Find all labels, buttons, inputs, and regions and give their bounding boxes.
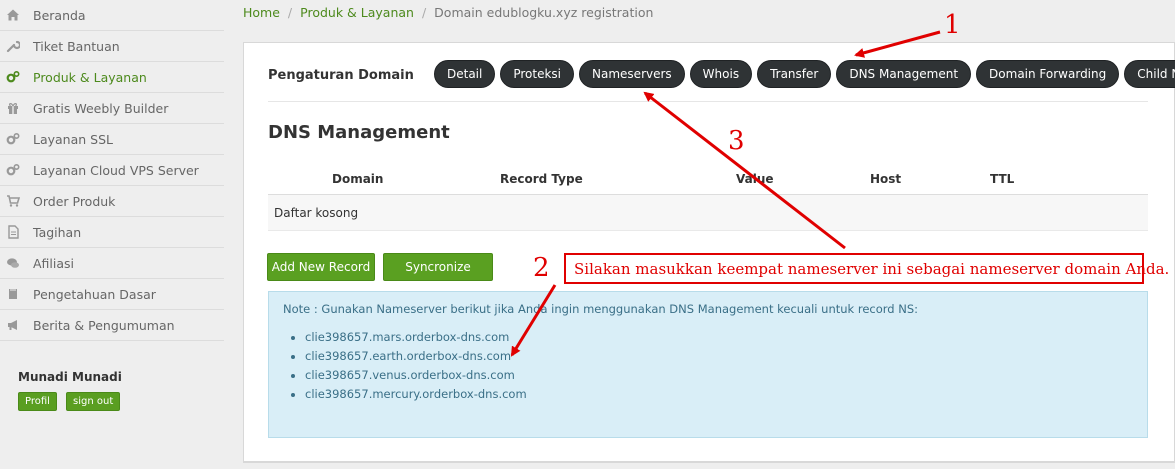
tab-nameservers[interactable]: Nameservers	[579, 60, 685, 88]
tab-proteksi[interactable]: Proteksi	[500, 60, 575, 88]
nameserver-list: clie398657.mars.orderbox-dns.com clie398…	[283, 330, 1133, 401]
sidebar-item-label: Pengetahuan Dasar	[33, 286, 156, 302]
profile-button[interactable]: Profil	[18, 392, 57, 411]
table-header: Domain Record Type Value Host TTL	[268, 163, 1148, 195]
sidebar-item-label: Berita & Pengumuman	[33, 317, 175, 333]
sidebar-item-label: Produk & Layanan	[33, 69, 147, 85]
nameserver-note: Note : Gunakan Nameserver berikut jika A…	[268, 291, 1148, 438]
sidebar-item-beranda[interactable]: Beranda	[0, 0, 224, 31]
tab-whois[interactable]: Whois	[689, 60, 753, 88]
nameserver-item: clie398657.earth.orderbox-dns.com	[305, 349, 1133, 363]
breadcrumb-current: Domain edublogku.xyz registration	[434, 5, 654, 20]
nameserver-item: clie398657.mercury.orderbox-dns.com	[305, 387, 1133, 401]
sidebar: Beranda Tiket Bantuan Produk & Layanan G…	[0, 0, 224, 469]
column-header-host: Host	[870, 171, 902, 186]
sidebar-item-label: Layanan Cloud VPS Server	[33, 162, 199, 178]
divider	[268, 101, 1148, 102]
sidebar-item-gratis-weebly[interactable]: Gratis Weebly Builder	[0, 93, 224, 124]
sidebar-item-afiliasi[interactable]: Afiliasi	[0, 248, 224, 279]
document-icon	[6, 225, 20, 239]
nameserver-item: clie398657.venus.orderbox-dns.com	[305, 368, 1133, 382]
add-new-record-button[interactable]: Add New Record	[267, 253, 375, 281]
table-empty-row: Daftar kosong	[268, 195, 1148, 231]
sidebar-item-label: Tagihan	[33, 224, 82, 240]
sidebar-item-label: Gratis Weebly Builder	[33, 100, 169, 116]
sidebar-item-tiket-bantuan[interactable]: Tiket Bantuan	[0, 31, 224, 62]
sidebar-item-label: Tiket Bantuan	[33, 38, 120, 54]
tab-domain-forwarding[interactable]: Domain Forwarding	[976, 60, 1120, 88]
gift-icon	[6, 101, 20, 115]
sidebar-item-label: Layanan SSL	[33, 131, 113, 147]
section-title: DNS Management	[268, 122, 450, 143]
annotation-number-2: 2	[533, 253, 550, 283]
column-header-ttl: TTL	[990, 171, 1015, 186]
syncronize-button[interactable]: Syncronize	[383, 253, 493, 281]
note-text: Note : Gunakan Nameserver berikut jika A…	[283, 302, 919, 316]
annotation-number-3: 3	[728, 126, 745, 156]
breadcrumb-separator: /	[287, 5, 293, 20]
cogs-icon	[6, 163, 20, 177]
sidebar-item-layanan-ssl[interactable]: Layanan SSL	[0, 124, 224, 155]
user-name: Munadi Munadi	[18, 370, 122, 384]
sidebar-item-label: Order Produk	[33, 193, 116, 209]
sidebar-item-label: Beranda	[33, 7, 86, 23]
tab-detail[interactable]: Detail	[434, 60, 496, 88]
panel-bottom-edge	[243, 462, 1175, 469]
column-header-value: Value	[736, 171, 774, 186]
column-header-domain: Domain	[332, 171, 384, 186]
tab-dns-management[interactable]: DNS Management	[836, 60, 972, 88]
breadcrumb-produk[interactable]: Produk & Layanan	[300, 5, 414, 20]
breadcrumb-separator: /	[421, 5, 427, 20]
domain-settings-panel: Pengaturan Domain Detail Proteksi Namese…	[243, 42, 1175, 462]
annotation-number-1: 1	[944, 10, 961, 40]
page-root: { "sidebar": { "items": [ {"label": "Ber…	[0, 0, 1175, 469]
user-box: Munadi Munadi Profil sign out	[18, 370, 124, 411]
nameserver-item: clie398657.mars.orderbox-dns.com	[305, 330, 1133, 344]
empty-text: Daftar kosong	[274, 205, 359, 220]
panel-title: Pengaturan Domain	[268, 68, 414, 83]
cogs-icon	[6, 70, 20, 84]
book-icon	[6, 287, 20, 301]
column-header-record-type: Record Type	[500, 171, 583, 186]
home-icon	[6, 8, 20, 22]
annotation-callout: Silakan masukkan keempat nameserver ini …	[564, 253, 1169, 284]
tab-transfer[interactable]: Transfer	[757, 60, 832, 88]
megaphone-icon	[6, 318, 20, 332]
cart-icon	[6, 194, 20, 208]
dns-records-table: Domain Record Type Value Host TTL Daftar…	[268, 163, 1148, 231]
sidebar-item-order-produk[interactable]: Order Produk	[0, 186, 224, 217]
sidebar-item-berita[interactable]: Berita & Pengumuman	[0, 310, 224, 341]
breadcrumb-home[interactable]: Home	[243, 5, 280, 20]
sidebar-item-produk-layanan[interactable]: Produk & Layanan	[0, 62, 224, 93]
signout-button[interactable]: sign out	[66, 392, 121, 411]
sidebar-item-tagihan[interactable]: Tagihan	[0, 217, 224, 248]
cogs-icon	[6, 132, 20, 146]
chat-icon	[6, 256, 20, 270]
sidebar-item-pengetahuan-dasar[interactable]: Pengetahuan Dasar	[0, 279, 224, 310]
wrench-icon	[6, 39, 20, 53]
tab-child-name[interactable]: Child Name	[1124, 60, 1175, 88]
breadcrumb: Home / Produk & Layanan / Domain edublog…	[243, 5, 653, 20]
sidebar-item-cloud-vps[interactable]: Layanan Cloud VPS Server	[0, 155, 224, 186]
sidebar-item-label: Afiliasi	[33, 255, 75, 271]
domain-tabs: Detail Proteksi Nameservers Whois Transf…	[434, 60, 1175, 88]
